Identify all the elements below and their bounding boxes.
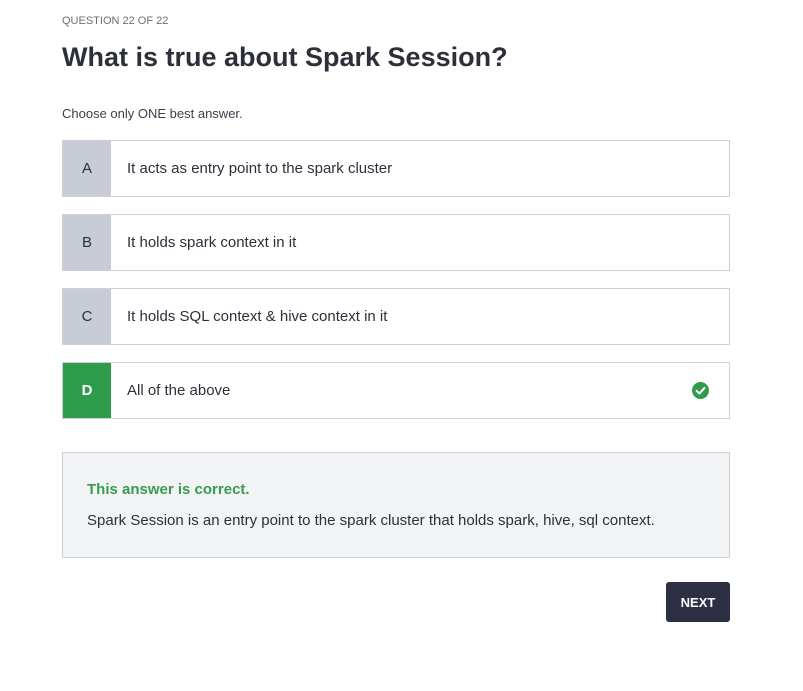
answer-feedback: This answer is correct. Spark Session is…: [62, 452, 730, 558]
option-letter: C: [63, 289, 111, 344]
option-d[interactable]: D All of the above: [62, 362, 730, 419]
option-c[interactable]: C It holds SQL context & hive context in…: [62, 288, 730, 345]
option-text: All of the above: [127, 382, 231, 399]
question-title: What is true about Spark Session?: [62, 42, 508, 72]
option-a[interactable]: A It acts as entry point to the spark cl…: [62, 140, 730, 197]
option-letter: A: [63, 141, 111, 196]
next-button[interactable]: NEXT: [666, 582, 730, 622]
feedback-title: This answer is correct.: [87, 481, 250, 498]
quiz-page: QUESTION 22 OF 22 What is true about Spa…: [0, 0, 803, 691]
question-instruction: Choose only ONE best answer.: [62, 106, 243, 121]
feedback-explanation: Spark Session is an entry point to the s…: [87, 512, 655, 529]
option-b[interactable]: B It holds spark context in it: [62, 214, 730, 271]
option-letter: D: [63, 363, 111, 418]
option-letter: B: [63, 215, 111, 270]
option-text: It acts as entry point to the spark clus…: [127, 160, 393, 177]
check-circle-icon: [691, 363, 709, 418]
answer-options: A It acts as entry point to the spark cl…: [62, 140, 730, 436]
question-counter: QUESTION 22 OF 22: [62, 15, 169, 27]
option-text: It holds spark context in it: [127, 234, 297, 251]
option-text: It holds SQL context & hive context in i…: [127, 308, 388, 325]
